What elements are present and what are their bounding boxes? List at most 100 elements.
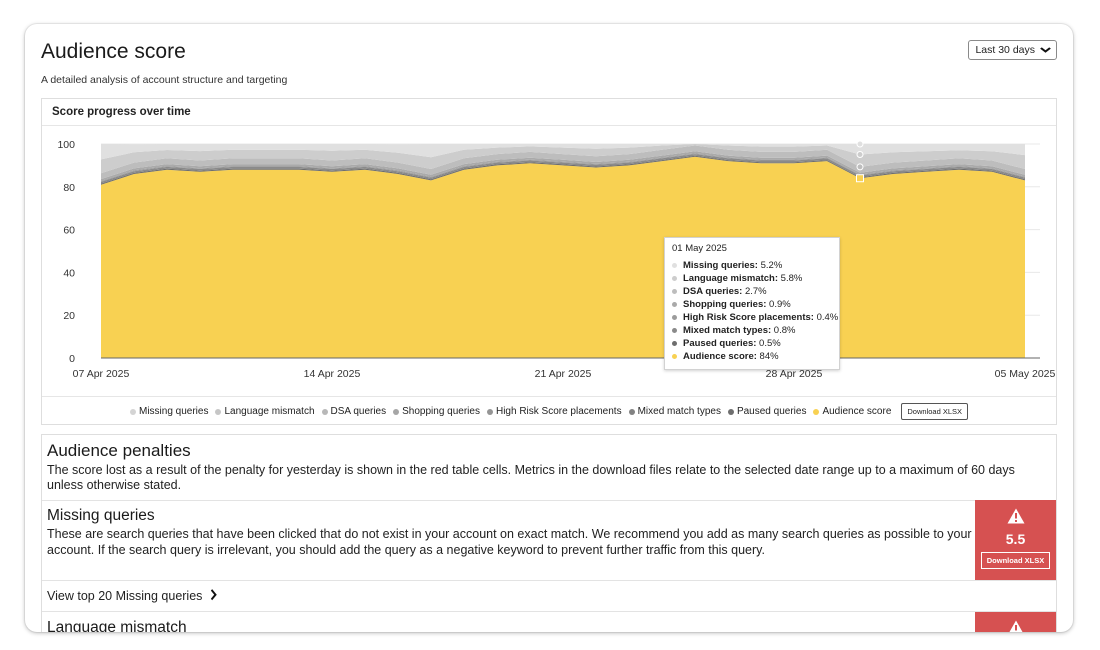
hover-marker: [856, 163, 864, 171]
penalty-description-missing-queries: These are search queries that have been …: [47, 527, 972, 557]
legend-item[interactable]: Paused queries: [727, 406, 807, 417]
legend-dot-icon: [129, 408, 136, 415]
legend-dot-icon: [321, 408, 328, 415]
chart-legend: Missing queries Language mismatch DSA quer…: [42, 396, 1056, 426]
y-tick-label: 0: [69, 353, 75, 365]
score-progress-panel: Score progress over time 0 20 40 60 80 100 07 …: [41, 98, 1057, 425]
legend-label: DSA queries: [330, 406, 387, 417]
hover-marker: [856, 174, 864, 183]
tooltip-dot-icon: [672, 302, 677, 307]
tooltip-label: Language mismatch:: [683, 273, 779, 284]
tooltip-label: Mixed match types:: [683, 325, 772, 336]
tooltip-dot-icon: [672, 328, 677, 333]
y-tick-label: 100: [57, 139, 75, 151]
area-series-audience-score[interactable]: [101, 156, 1025, 358]
legend-item[interactable]: Audience score: [813, 406, 891, 417]
tooltip-value: 0.8%: [771, 325, 796, 336]
tooltip-dot-icon: [672, 289, 677, 294]
penalty-score-box: [975, 612, 1056, 632]
legend-label: Audience score: [822, 406, 892, 417]
score-progress-chart[interactable]: 0 20 40 60 80 100 07 Apr 2025 14 Apr 2025 21 Apr…: [42, 127, 1056, 395]
penalties-title: Audience penalties: [47, 441, 191, 460]
legend-dot-icon: [628, 408, 635, 415]
legend-label: Paused queries: [736, 406, 807, 417]
tooltip-row: Language mismatch: 5.8%: [672, 272, 832, 285]
chart-tooltip: 01 May 2025 Missing queries: 5.2% Languag…: [664, 237, 840, 370]
legend-item[interactable]: High Risk Score placements: [486, 406, 622, 417]
tooltip-row: Mixed match types: 0.8%: [672, 324, 832, 337]
legend-dot-icon: [215, 408, 222, 415]
x-tick-label: 05 May 2025: [995, 368, 1056, 380]
tooltip-label: Missing queries:: [683, 260, 758, 271]
legend-label: High Risk Score placements: [495, 406, 622, 417]
download-xlsx-button[interactable]: Download XLSX: [980, 552, 1051, 569]
legend-dot-icon: [727, 408, 734, 415]
page-subtitle: A detailed analysis of account structure…: [41, 74, 288, 86]
legend-dot-icon: [813, 408, 820, 415]
download-xlsx-button[interactable]: Download XLSX: [901, 403, 969, 420]
tooltip-label: Shopping queries:: [683, 299, 767, 310]
tooltip-value: 0.5%: [756, 338, 781, 349]
tooltip-value: 0.4%: [813, 312, 839, 323]
legend-label: Missing queries: [138, 406, 209, 417]
tooltip-value: 84%: [756, 351, 779, 362]
tooltip-date: 01 May 2025: [672, 243, 727, 254]
tooltip-value: 5.2%: [757, 260, 783, 271]
warning-icon: [1007, 508, 1025, 529]
legend-label: Language mismatch: [224, 406, 315, 417]
penalties-description: The score lost as a result of the penalt…: [47, 463, 1015, 492]
view-top-missing-queries-link[interactable]: View top 20 Missing queries: [47, 588, 218, 604]
tooltip-value: 0.9%: [766, 299, 791, 310]
legend-item[interactable]: Missing queries: [129, 406, 209, 417]
y-tick-label: 40: [63, 267, 75, 279]
divider: [42, 611, 1056, 612]
view-link-label: View top 20 Missing queries: [47, 589, 203, 603]
tooltip-dot-icon: [672, 341, 677, 346]
legend-dot-icon: [393, 408, 400, 415]
tooltip-dot-icon: [672, 263, 677, 268]
chart-title: Score progress over time: [42, 99, 1056, 126]
tooltip-row: Audience score: 84%: [672, 350, 832, 363]
tooltip-dot-icon: [672, 354, 677, 359]
legend-item[interactable]: Shopping queries: [393, 406, 480, 417]
y-tick-label: 80: [63, 182, 75, 194]
chevron-down-icon: [1040, 45, 1052, 55]
tooltip-value: 2.7%: [742, 286, 767, 297]
legend-item[interactable]: DSA queries: [321, 406, 387, 417]
warning-icon: [1007, 620, 1025, 632]
tooltip-row: Paused queries: 0.5%: [672, 337, 832, 350]
x-tick-label: 21 Apr 2025: [535, 368, 592, 380]
legend-label: Shopping queries: [402, 406, 480, 417]
penalty-score-box: 5.5 Download XLSX: [975, 500, 1056, 580]
audience-penalties-panel: Audience penalties The score lost as a r…: [41, 434, 1057, 632]
y-tick-label: 60: [63, 225, 75, 237]
legend-label: Mixed match types: [637, 406, 721, 417]
legend-item[interactable]: Mixed match types: [628, 406, 721, 417]
penalty-title-language-mismatch: Language mismatch: [47, 619, 187, 632]
divider: [42, 500, 1056, 501]
tooltip-dot-icon: [672, 315, 677, 320]
date-range-select[interactable]: Last 30 days: [968, 40, 1057, 60]
tooltip-label: High Risk Score placements:: [683, 312, 814, 323]
legend-dot-icon: [486, 408, 493, 415]
tooltip-row: High Risk Score placements: 0.4%: [672, 311, 838, 324]
hover-marker: [856, 140, 864, 148]
page-title: Audience score: [41, 40, 186, 63]
audience-score-card: Audience score A detailed analysis of ac…: [25, 24, 1073, 632]
penalty-score-value: 5.5: [1005, 531, 1026, 547]
penalty-title-missing-queries: Missing queries: [47, 507, 155, 524]
hover-marker: [856, 150, 864, 158]
x-tick-label: 14 Apr 2025: [304, 368, 361, 380]
chevron-right-icon: [210, 588, 218, 604]
y-tick-label: 20: [63, 310, 75, 322]
tooltip-dot-icon: [672, 276, 677, 281]
divider: [42, 580, 1056, 581]
tooltip-label: Paused queries:: [683, 338, 757, 349]
tooltip-row: Shopping queries: 0.9%: [672, 298, 832, 311]
tooltip-label: Audience score:: [683, 351, 757, 362]
tooltip-row: DSA queries: 2.7%: [672, 285, 832, 298]
legend-item[interactable]: Language mismatch: [215, 406, 315, 417]
date-range-value: Last 30 days: [975, 44, 1035, 56]
tooltip-label: DSA queries:: [683, 286, 743, 297]
tooltip-value: 5.8%: [778, 273, 803, 284]
